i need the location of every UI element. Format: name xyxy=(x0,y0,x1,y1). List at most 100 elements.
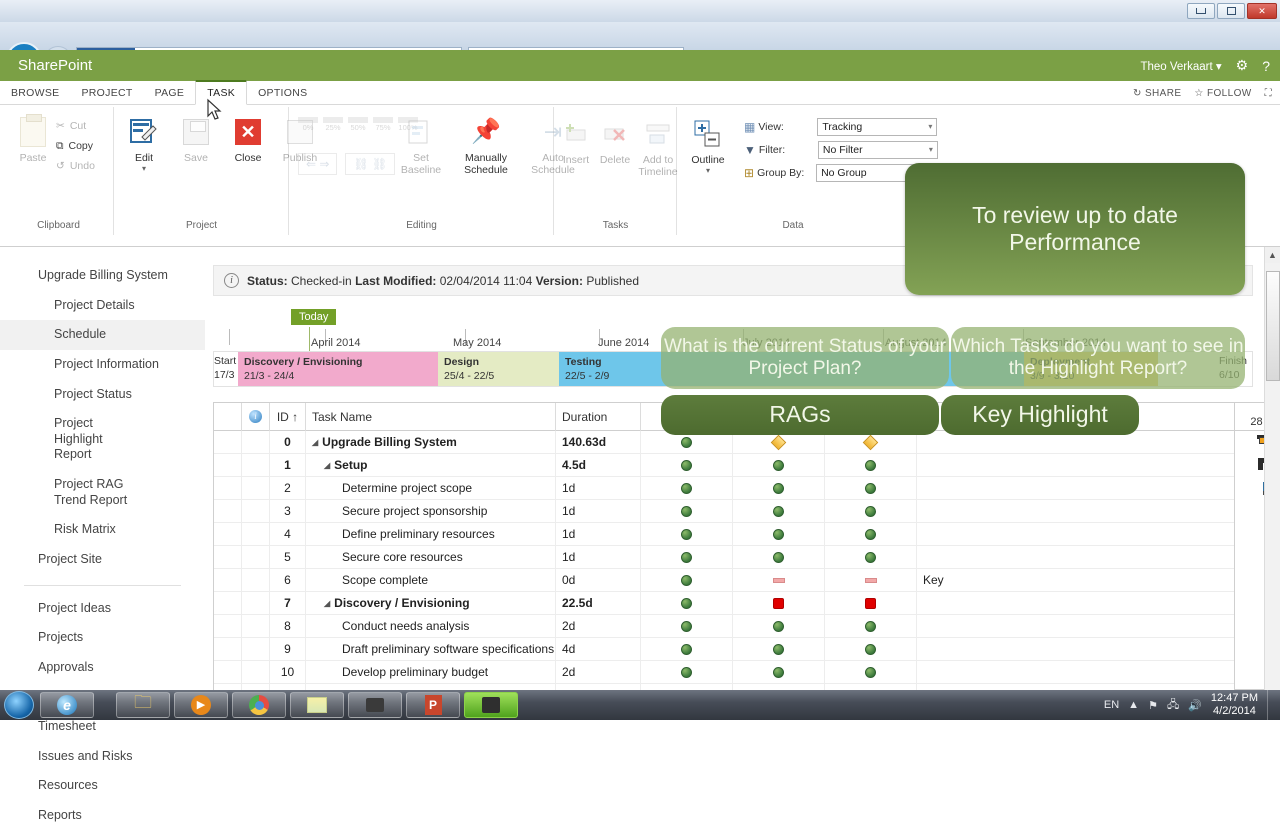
paste-button[interactable]: Paste xyxy=(10,114,56,164)
page-scroll-thumb[interactable] xyxy=(1266,271,1280,381)
cut-button[interactable]: ✂ Cut xyxy=(56,116,95,136)
flag-icon[interactable]: ⚑ xyxy=(1148,699,1158,712)
cell-status-1[interactable] xyxy=(641,499,733,523)
taskbar-internet-explorer[interactable]: e xyxy=(40,692,94,718)
copy-button[interactable]: ⧉ Copy xyxy=(56,136,95,156)
cell-task-name[interactable]: Determine project scope xyxy=(306,476,556,500)
close-button[interactable]: ✕ xyxy=(1247,3,1277,19)
sidebar-item-project-highlight-report[interactable]: Project Highlight Report xyxy=(0,409,130,470)
cell-status-1[interactable] xyxy=(641,637,733,661)
scroll-up-icon[interactable]: ▲ xyxy=(1265,247,1280,263)
chevron-down-icon[interactable]: ▾ xyxy=(142,164,146,173)
cell-task-name[interactable]: Draft preliminary software specification… xyxy=(306,637,556,661)
collapse-icon[interactable]: ◢ xyxy=(312,438,318,447)
close-button[interactable]: ✕ Close xyxy=(225,115,271,173)
cell-status-3[interactable] xyxy=(825,591,917,615)
grid-header-task-name[interactable]: Task Name xyxy=(306,403,556,431)
cell-status-2[interactable] xyxy=(733,522,825,546)
row-select-cell[interactable] xyxy=(214,591,242,615)
cell-status-3[interactable] xyxy=(825,637,917,661)
chevron-down-icon[interactable]: ▾ xyxy=(706,166,710,175)
sidebar-item-project-status[interactable]: Project Status xyxy=(0,380,205,410)
row-indicator-cell[interactable] xyxy=(242,453,270,477)
windows-start-icon[interactable] xyxy=(4,691,34,719)
table-row[interactable]: 1 ◢ Setup 4.5d xyxy=(214,453,1234,477)
insert-task-button[interactable]: Insert xyxy=(559,117,593,178)
table-row[interactable]: 5 Secure core resources 1d xyxy=(214,545,1234,569)
percent-50[interactable]: 50% xyxy=(348,117,368,132)
cell-status-2[interactable] xyxy=(733,545,825,569)
collapse-icon[interactable]: ◢ xyxy=(324,461,330,470)
percent-75[interactable]: 75% xyxy=(373,117,393,132)
cell-status-3[interactable] xyxy=(825,614,917,638)
table-row[interactable]: 2 Determine project scope 1d xyxy=(214,476,1234,500)
link-tasks-icon[interactable]: ⛓ ⛓ xyxy=(345,153,396,175)
table-row[interactable]: 3 Secure project sponsorship 1d xyxy=(214,499,1234,523)
gear-icon[interactable]: ⚙ xyxy=(1236,57,1249,74)
row-indicator-cell[interactable] xyxy=(242,637,270,661)
chevron-up-icon[interactable]: ▲ xyxy=(1128,699,1139,711)
taskbar-camtasia[interactable] xyxy=(464,692,518,718)
row-select-cell[interactable] xyxy=(214,614,242,638)
cell-duration[interactable]: 1d xyxy=(556,522,641,546)
cell-duration[interactable]: 140.63d xyxy=(556,430,641,454)
taskbar-google-chrome[interactable] xyxy=(232,692,286,718)
taskbar-snipping-tool[interactable] xyxy=(348,692,402,718)
row-select-cell[interactable] xyxy=(214,499,242,523)
sidebar-item-schedule[interactable]: Schedule xyxy=(0,320,205,350)
clock[interactable]: 12:47 PM 4/2/2014 xyxy=(1211,692,1258,717)
set-baseline-button[interactable]: Set Baseline xyxy=(395,115,447,176)
sharepoint-brand[interactable]: SharePoint xyxy=(18,57,92,74)
table-row[interactable]: 10 Develop preliminary budget 2d xyxy=(214,660,1234,684)
cell-status-1[interactable] xyxy=(641,453,733,477)
cell-status-1[interactable] xyxy=(641,545,733,569)
tab-browse[interactable]: BROWSE xyxy=(0,82,70,104)
cell-task-name[interactable]: Develop preliminary budget xyxy=(306,660,556,684)
sidebar-item-risk-matrix[interactable]: Risk Matrix xyxy=(0,515,205,545)
collapse-icon[interactable]: ◢ xyxy=(324,599,330,608)
add-to-timeline-button[interactable]: Add to Timeline xyxy=(637,117,679,178)
sidebar-item-project-site[interactable]: Project Site xyxy=(0,545,205,575)
row-indicator-cell[interactable] xyxy=(242,476,270,500)
cell-status-1[interactable] xyxy=(641,568,733,592)
row-select-cell[interactable] xyxy=(214,637,242,661)
cell-duration[interactable]: 0d xyxy=(556,568,641,592)
table-row[interactable]: 6 Scope complete 0d Key xyxy=(214,568,1234,592)
cell-status-2[interactable] xyxy=(733,637,825,661)
outdent-icon[interactable]: ⇐ ⇒ xyxy=(298,153,338,175)
page-scrollbar[interactable]: ▲ xyxy=(1264,247,1280,690)
timeline-phase-discovery[interactable]: Discovery / Envisioning 21/3 - 24/4 xyxy=(238,352,438,386)
row-select-cell[interactable] xyxy=(214,453,242,477)
cell-status-3[interactable] xyxy=(825,499,917,523)
cell-status-3[interactable] xyxy=(825,568,917,592)
outline-button[interactable]: Outline ▾ xyxy=(684,117,732,175)
taskbar-media-player[interactable]: ▶ xyxy=(174,692,228,718)
sidebar-item-reports[interactable]: Reports xyxy=(0,801,205,831)
grid-header-indicator[interactable]: i xyxy=(242,403,270,431)
row-select-cell[interactable] xyxy=(214,568,242,592)
row-select-cell[interactable] xyxy=(214,660,242,684)
undo-button[interactable]: ↺ Undo xyxy=(56,156,95,176)
cell-task-name[interactable]: ◢ Discovery / Envisioning xyxy=(306,591,556,615)
cell-task-name[interactable]: ◢ Upgrade Billing System xyxy=(306,430,556,454)
help-icon[interactable]: ? xyxy=(1262,58,1270,74)
cell-status-2[interactable] xyxy=(733,614,825,638)
follow-button[interactable]: ☆ FOLLOW xyxy=(1194,88,1251,99)
row-indicator-cell[interactable] xyxy=(242,499,270,523)
sidebar-item-upgrade-billing-system[interactable]: Upgrade Billing System xyxy=(0,261,205,291)
cell-duration[interactable]: 4.5d xyxy=(556,453,641,477)
user-menu[interactable]: Theo Verkaart ▾ xyxy=(1140,59,1221,73)
taskbar-sticky-notes[interactable] xyxy=(290,692,344,718)
cell-status-1[interactable] xyxy=(641,476,733,500)
row-indicator-cell[interactable] xyxy=(242,522,270,546)
language-indicator[interactable]: EN xyxy=(1104,699,1119,711)
cell-status-2[interactable] xyxy=(733,453,825,477)
row-indicator-cell[interactable] xyxy=(242,614,270,638)
cell-status-1[interactable] xyxy=(641,522,733,546)
cell-status-1[interactable] xyxy=(641,591,733,615)
row-indicator-cell[interactable] xyxy=(242,591,270,615)
cell-status-3[interactable] xyxy=(825,453,917,477)
cell-task-name[interactable]: Scope complete xyxy=(306,568,556,592)
row-select-cell[interactable] xyxy=(214,545,242,569)
cell-task-name[interactable]: Secure core resources xyxy=(306,545,556,569)
